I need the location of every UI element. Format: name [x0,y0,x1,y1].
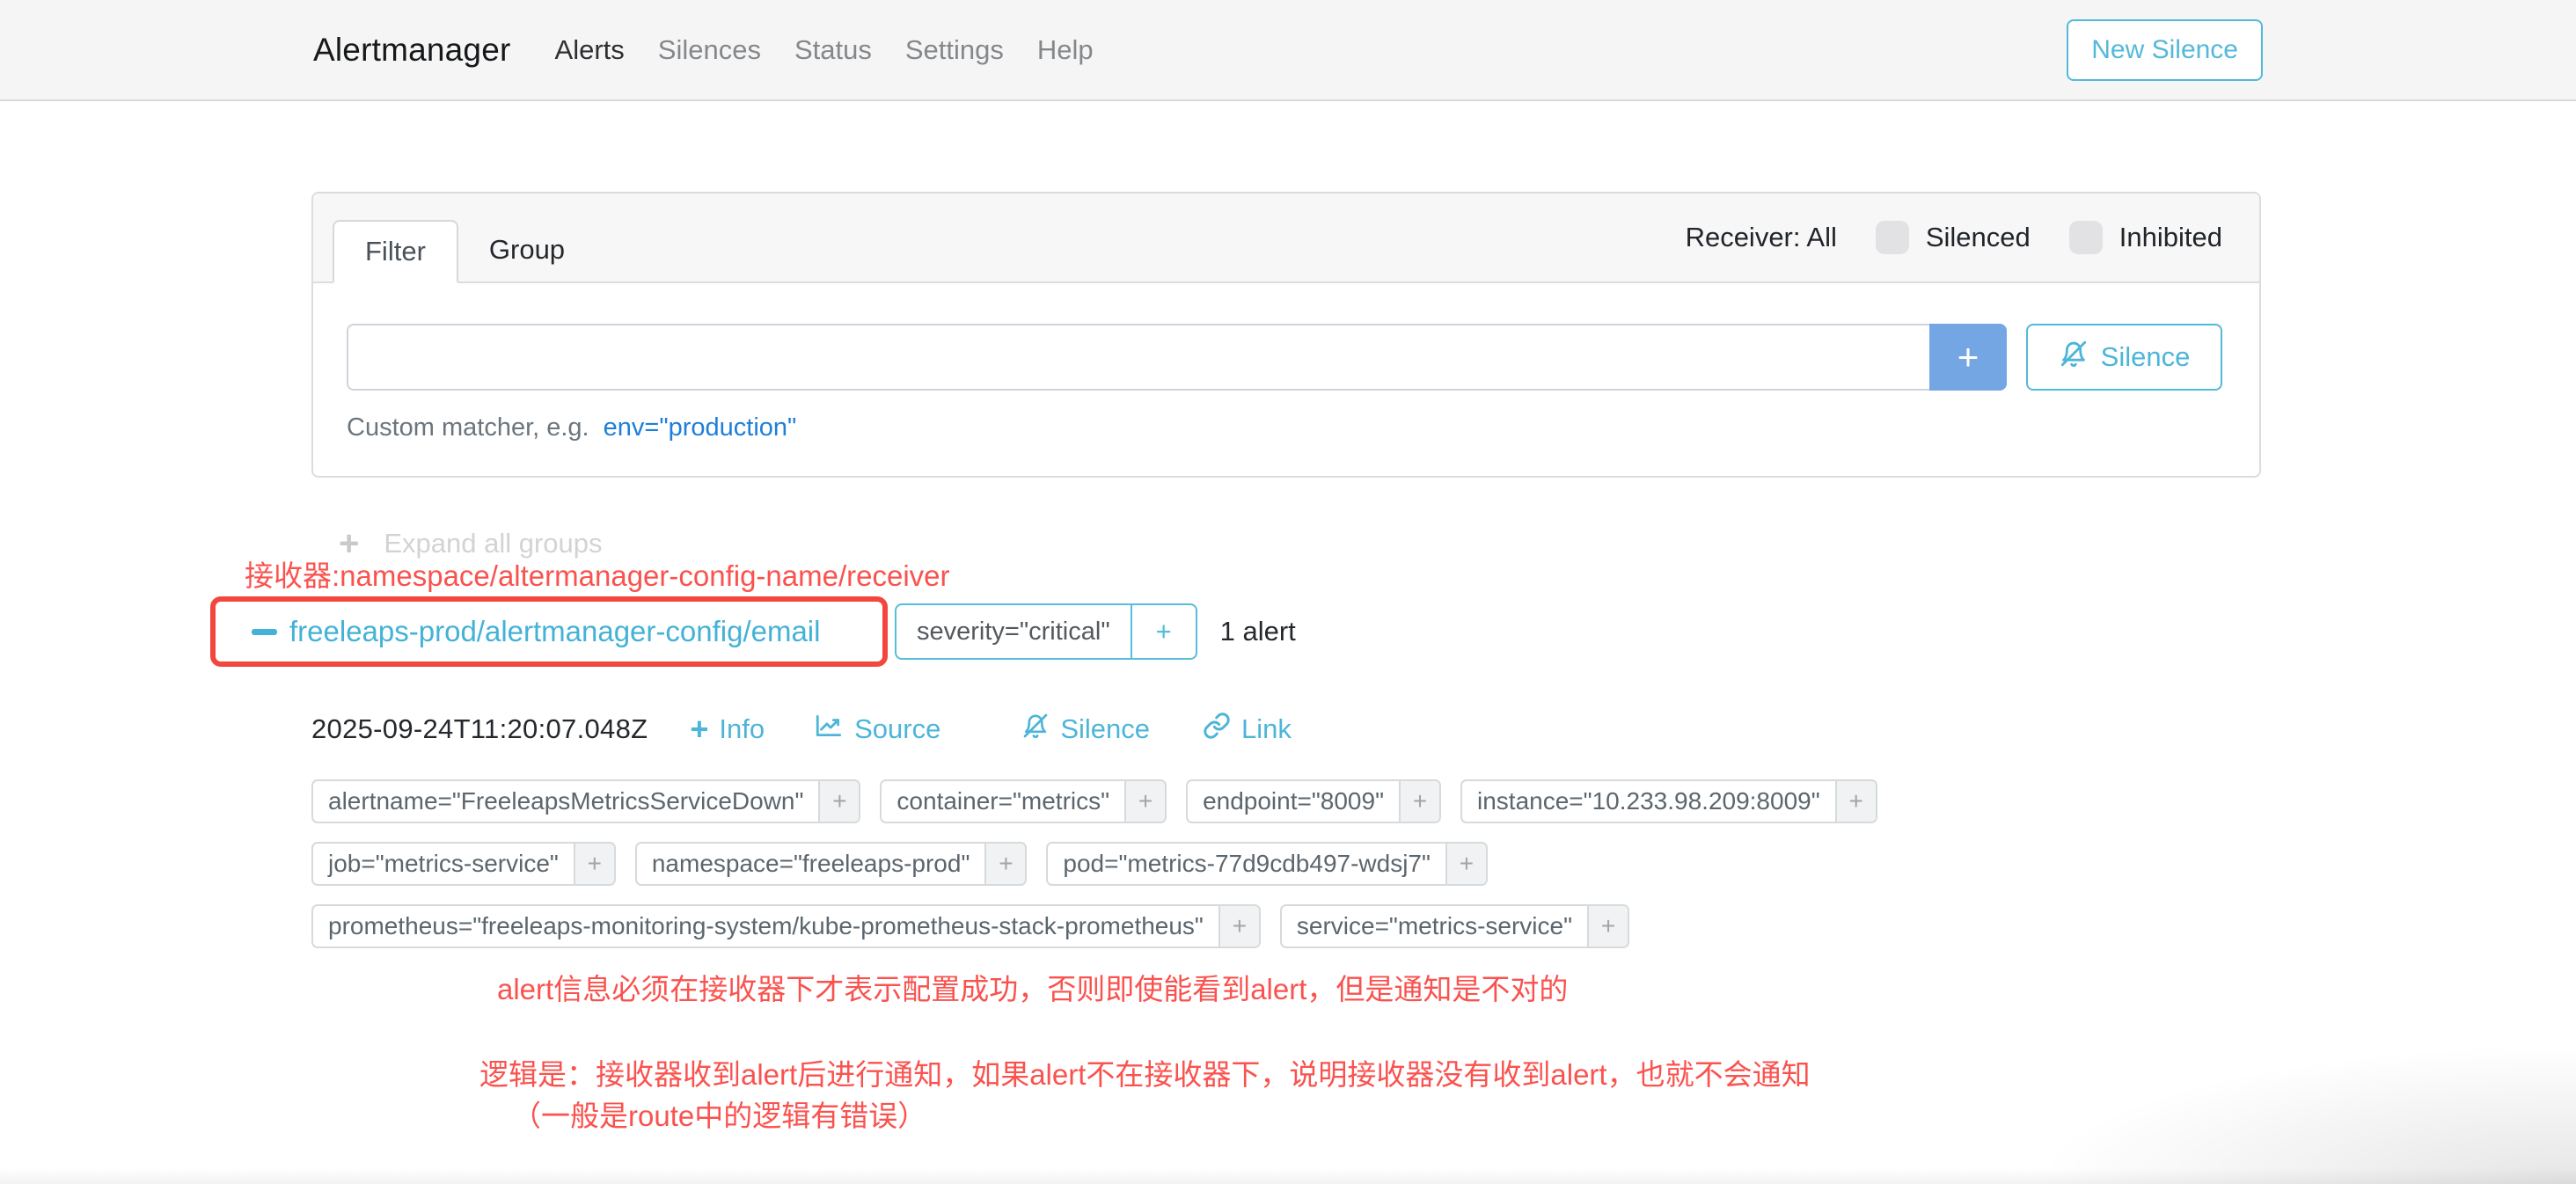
tab-group[interactable]: Group [458,218,596,281]
alert-timestamp: 2025-09-24T11:20:07.048Z [311,713,648,745]
receiver-group-link[interactable]: freeleaps-prod/alertmanager-config/email [252,615,820,648]
nav-item-silences[interactable]: Silences [658,34,761,66]
label-add-filter-button[interactable]: + [818,781,859,822]
label-tag-text: container="metrics" [882,781,1124,822]
alert-silence-label: Silence [1060,713,1150,745]
label-tag-container: container="metrics" + [880,779,1167,823]
silenced-checkbox[interactable] [1876,221,1909,254]
group-filter-label: severity="critical" [896,605,1131,658]
silenced-label: Silenced [1926,222,2031,253]
alertmanager-page: Alertmanager Alerts Silences Status Sett… [0,0,2576,1184]
label-tag-text: alertname="FreeleapsMetricsServiceDown" [313,781,818,822]
label-tag-text: service="metrics-service" [1282,906,1587,946]
filter-card-body: + Silence Custom matcher, e.g. env="produ… [313,283,2259,442]
annotation-alert-note: alert信息必须在接收器下才表示配置成功，否则即使能看到alert，但是通知是… [497,966,1568,1008]
inhibited-checkbox[interactable] [2069,221,2103,254]
matcher-input[interactable] [347,324,1929,391]
filter-card-header: Filter Group Receiver: All Silenced Inhi… [313,194,2259,283]
label-tag-namespace: namespace="freeleaps-prod" + [635,842,1028,886]
label-tag-prometheus: prometheus="freeleaps-monitoring-system/… [311,904,1261,948]
group-filter-add-button[interactable]: + [1131,605,1196,658]
alert-info-button[interactable]: + Info [690,713,765,745]
collapse-minus-icon [252,629,277,635]
alert-info-label: Info [719,713,765,745]
group-filter-tag: severity="critical" + [895,603,1197,660]
label-tag-text: prometheus="freeleaps-monitoring-system/… [313,906,1218,946]
chart-line-icon [814,711,844,748]
silence-button-label: Silence [2101,341,2191,373]
label-add-filter-button[interactable]: + [1587,906,1628,946]
alert-group-row: freeleaps-prod/alertmanager-config/email… [210,596,1296,667]
inhibited-label: Inhibited [2119,222,2222,253]
plus-icon: + [690,713,708,745]
label-tag-endpoint: endpoint="8009" + [1186,779,1441,823]
annotation-logic-note: 逻辑是：接收器收到alert后进行通知，如果alert不在接收器下，说明接收器没… [479,1051,1811,1093]
nav-item-status[interactable]: Status [794,34,872,66]
label-add-filter-button[interactable]: + [1218,906,1259,946]
app-brand[interactable]: Alertmanager [313,32,511,69]
label-add-filter-button[interactable]: + [574,844,614,884]
label-add-filter-button[interactable]: + [1835,781,1876,822]
label-tag-text: instance="10.233.98.209:8009" [1462,781,1835,822]
annotation-logic-note-2: （一般是route中的逻辑有错误） [512,1093,926,1135]
alert-source-label: Source [854,713,940,745]
main-nav: Alerts Silences Status Settings Help [555,34,1094,66]
label-add-filter-button[interactable]: + [1124,781,1165,822]
nav-item-settings[interactable]: Settings [905,34,1004,66]
corner-shade [2031,1043,2576,1184]
label-tag-service: service="metrics-service" + [1280,904,1629,948]
label-tag-alertname: alertname="FreeleapsMetricsServiceDown" … [311,779,860,823]
alert-source-link[interactable]: Source [814,711,940,748]
label-tag-text: namespace="freeleaps-prod" [637,844,985,884]
label-tag-pod: pod="metrics-77d9cdb497-wdsj7" + [1046,842,1488,886]
alert-silence-button[interactable]: Silence [1021,712,1150,747]
label-add-filter-button[interactable]: + [1445,844,1486,884]
label-tag-text: pod="metrics-77d9cdb497-wdsj7" [1048,844,1445,884]
receiver-group-label: freeleaps-prod/alertmanager-config/email [289,615,820,648]
annotation-highlight-box: freeleaps-prod/alertmanager-config/email [210,596,888,667]
label-tag-text: endpoint="8009" [1188,781,1399,822]
silence-button[interactable]: Silence [2026,324,2222,391]
alert-link-label: Link [1241,713,1292,745]
receiver-selector[interactable]: Receiver: All [1686,222,1837,253]
label-tag-job: job="metrics-service" + [311,842,616,886]
filter-card: Filter Group Receiver: All Silenced Inhi… [311,192,2261,478]
link-icon [1203,712,1231,747]
new-silence-button[interactable]: New Silence [2067,19,2263,81]
nav-item-alerts[interactable]: Alerts [555,34,625,66]
add-matcher-button[interactable]: + [1929,324,2007,391]
navbar: Alertmanager Alerts Silences Status Sett… [0,0,2576,101]
bell-slash-icon [1021,712,1050,747]
label-add-filter-button[interactable]: + [984,844,1025,884]
nav-item-help[interactable]: Help [1037,34,1094,66]
matcher-example-link[interactable]: env="production" [604,413,797,442]
alert-labels: alertname="FreeleapsMetricsServiceDown" … [311,779,2300,967]
inhibited-checkbox-group[interactable]: Inhibited [2069,221,2222,254]
alert-count: 1 alert [1220,616,1296,647]
bell-slash-icon [2059,339,2089,376]
alert-link-button[interactable]: Link [1203,712,1292,747]
annotation-receiver-note: 接收器:namespace/altermanager-config-name/r… [245,552,950,595]
tab-filter[interactable]: Filter [333,220,458,283]
custom-matcher-hint: Custom matcher, e.g. [347,413,589,442]
silenced-checkbox-group[interactable]: Silenced [1876,221,2031,254]
label-tag-text: job="metrics-service" [313,844,574,884]
alert-detail-row: 2025-09-24T11:20:07.048Z + Info Source [311,711,1292,748]
label-tag-instance: instance="10.233.98.209:8009" + [1460,779,1877,823]
label-add-filter-button[interactable]: + [1399,781,1439,822]
